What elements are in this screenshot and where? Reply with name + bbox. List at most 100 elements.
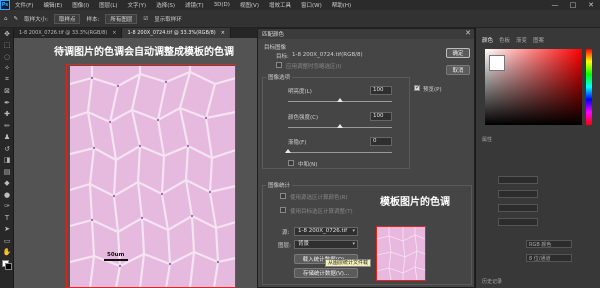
use-source-selection-label: 使用源选区计算颜色(R) — [290, 195, 348, 201]
luminance-input[interactable]: 100 — [370, 86, 392, 95]
use-target-selection-checkbox[interactable] — [280, 207, 286, 213]
cancel-button[interactable]: 取消 — [446, 65, 470, 75]
pen-tool-icon[interactable]: ✑ — [0, 201, 14, 213]
ok-button[interactable]: 确定 — [446, 48, 470, 58]
source-thumbnail-image — [377, 227, 425, 280]
quick-select-tool-icon[interactable]: ✧ — [0, 63, 14, 75]
source-thumbnail — [376, 226, 426, 281]
canvas-annotation: 待调图片的色调会自动调整成模板的色调 — [54, 47, 234, 58]
source-label: 源: — [282, 230, 290, 236]
use-source-selection-checkbox[interactable] — [280, 193, 286, 199]
target-value: 1-8 200X_0724.tif(RGB/8) — [292, 52, 363, 58]
blur-tool-icon[interactable]: ◆ — [0, 178, 14, 190]
menu-edit[interactable]: 编辑(E) — [38, 1, 67, 9]
fade-slider[interactable] — [288, 152, 392, 153]
dialog-close-icon[interactable]: ✕ — [465, 29, 471, 37]
properties-field[interactable] — [498, 218, 538, 226]
luminance-slider-thumb[interactable] — [337, 98, 343, 102]
gradient-tool-icon[interactable]: ▤ — [0, 166, 14, 178]
dialog-title: 匹配颜色 — [262, 32, 285, 38]
healing-brush-icon[interactable]: ✚ — [0, 109, 14, 121]
eyedropper-icon[interactable]: ✒ — [0, 97, 14, 109]
frame-tool-icon[interactable]: ⊠ — [0, 86, 14, 98]
menu-3d[interactable]: 3D(D) — [209, 2, 235, 8]
menu-image[interactable]: 图像(I) — [67, 1, 94, 9]
tab-label: 1-8 200X_0724.tif @ 33.3%(RGB/8) — [127, 30, 216, 36]
eraser-tool-icon[interactable]: ◨ — [0, 155, 14, 167]
ignore-selection-checkbox[interactable] — [276, 62, 282, 68]
color-intensity-label: 颜色强度(C) — [288, 115, 319, 121]
menu-layer[interactable]: 图层(L) — [94, 1, 122, 9]
background-color-swatch[interactable] — [5, 263, 12, 270]
properties-field[interactable] — [498, 190, 538, 198]
dodge-tool-icon[interactable]: ● — [0, 189, 14, 201]
source-select-value: 1-8 200X_0726.tif — [298, 228, 348, 234]
history-brush-icon[interactable]: ↺ — [0, 143, 14, 155]
stamp-tool-icon[interactable]: ♟ — [0, 132, 14, 144]
options-bar: ⌂ ✎ 取样大小: 取样点 样本: 所有图层 ☑ 显示取样环 — [0, 10, 600, 28]
brush-tool-icon[interactable]: ✏ — [0, 120, 14, 132]
tools-panel: ✥ ⬚ ◌ ✧ ⌗ ⊠ ✒ ✚ ✏ ♟ ↺ ◨ ▤ ◆ ● ✑ T ➤ ▭ ✋ … — [0, 28, 14, 288]
photoshop-logo: Ps — [0, 0, 10, 10]
sample-size-select[interactable]: 取样点 — [53, 13, 81, 24]
foreground-color-swatch[interactable] — [489, 55, 505, 71]
layer-select[interactable]: 背景 ▾ — [294, 240, 358, 249]
tab-color[interactable]: 颜色 — [482, 36, 493, 44]
neutralize-label: 中和(N) — [298, 162, 318, 168]
menu-select[interactable]: 选择(S) — [151, 1, 180, 9]
tooltip: 从图层统计文件载 — [325, 259, 372, 267]
tab-swatches[interactable]: 色板 — [499, 36, 510, 44]
target-image-highlight — [66, 64, 236, 288]
dialog-titlebar[interactable]: 匹配颜色 ✕ — [258, 29, 474, 39]
template-annotation: 模板图片的色调 — [380, 197, 450, 208]
menu-type[interactable]: 文字(Y) — [123, 1, 152, 9]
tab-gradients[interactable]: 渐变 — [516, 36, 527, 44]
menu-file[interactable]: 文件(F) — [10, 1, 38, 9]
ignore-selection-label: 应用调整时忽略选区(I) — [286, 64, 342, 70]
close-window-button[interactable]: ✕ — [582, 0, 600, 10]
tab-document-0726[interactable]: 1-8 200X_0726.tif @ 33.3%(RGB/8) × — [14, 28, 123, 38]
source-select[interactable]: 1-8 200X_0726.tif ▾ — [294, 227, 358, 236]
menu-plugins[interactable]: 增效工具 — [264, 1, 296, 9]
type-tool-icon[interactable]: T — [0, 212, 14, 224]
tab-close-icon[interactable]: × — [221, 30, 225, 36]
color-intensity-slider-thumb[interactable] — [337, 124, 343, 128]
properties-field[interactable] — [498, 176, 538, 184]
sample-label: 样本: — [86, 16, 100, 23]
chevron-down-icon: ▾ — [352, 228, 355, 234]
crop-tool-icon[interactable]: ⌗ — [0, 74, 14, 86]
menu-view[interactable]: 视图(V) — [235, 1, 264, 9]
lasso-tool-icon[interactable]: ◌ — [0, 51, 14, 63]
move-tool-icon[interactable]: ✥ — [0, 28, 14, 40]
shape-tool-icon[interactable]: ▭ — [0, 235, 14, 247]
show-sampling-ring-label: 显示取样环 — [154, 16, 182, 23]
menu-filter[interactable]: 滤镜(T) — [180, 1, 209, 9]
neutralize-checkbox[interactable] — [288, 160, 294, 166]
hand-tool-icon[interactable]: ✋ — [0, 247, 14, 259]
menu-help[interactable]: 帮助(H) — [327, 1, 356, 9]
tab-document-0724[interactable]: 1-8 200X_0724.tif @ 33.3%(RGB/8) × — [122, 28, 231, 38]
maximize-button[interactable]: □ — [564, 0, 582, 10]
marquee-tool-icon[interactable]: ⬚ — [0, 40, 14, 52]
minimize-button[interactable]: — — [546, 0, 564, 10]
menu-window[interactable]: 窗口(W) — [296, 1, 327, 9]
fade-slider-thumb[interactable] — [285, 149, 291, 153]
color-intensity-input[interactable]: 100 — [370, 112, 392, 121]
tab-label: 1-8 200X_0726.tif @ 33.3%(RGB/8) — [19, 30, 108, 36]
preview-checkbox[interactable] — [414, 84, 420, 91]
tab-close-icon[interactable]: × — [112, 30, 116, 36]
layer-select-value: 背景 — [298, 241, 310, 247]
fade-input[interactable]: 0 — [370, 137, 392, 146]
hue-slider[interactable] — [586, 49, 592, 125]
image-options-heading: 图像选项 — [266, 73, 293, 81]
show-sampling-ring-checkbox[interactable]: ☑ — [143, 16, 148, 22]
target-label: 目标: — [276, 54, 289, 60]
eyedropper-tool-icon[interactable]: ✎ — [14, 16, 19, 22]
home-icon[interactable]: ⌂ — [4, 16, 8, 22]
save-statistics-button[interactable]: 存储统计数据(V)... — [294, 268, 358, 278]
sample-layers-select[interactable]: 所有图层 — [105, 13, 138, 24]
use-target-selection-label: 使用目标选区计算调整(T) — [290, 209, 353, 215]
properties-field[interactable] — [498, 204, 538, 212]
path-select-icon[interactable]: ➤ — [0, 224, 14, 236]
tab-patterns[interactable]: 图案 — [533, 36, 544, 44]
